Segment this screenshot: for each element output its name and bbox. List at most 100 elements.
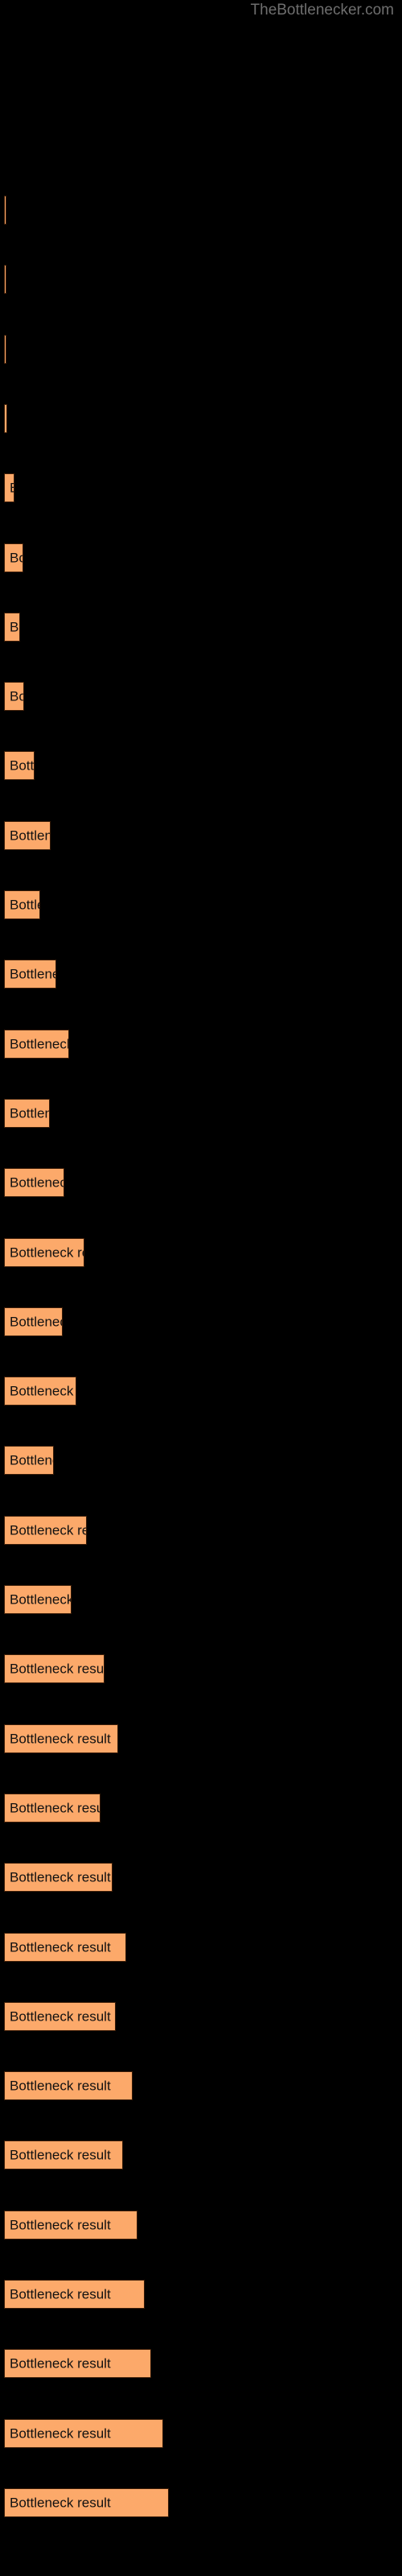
bar-row: Bottleneck result	[0, 2210, 402, 2240]
bar: Bottleneck result	[4, 2071, 133, 2101]
bar: Bottleneck result	[4, 2140, 123, 2170]
bar: Bottleneck result	[4, 751, 35, 781]
bar-value-label: Bottleneck result	[10, 619, 19, 635]
bar-value-label: Bottleneck result	[10, 1105, 49, 1121]
bar: Bottleneck result	[4, 1863, 113, 1893]
bar-value-label: Bottleneck result	[10, 550, 23, 565]
bar-value-label: Bottleneck result	[10, 2425, 111, 2442]
bar-value-label: Bottleneck result	[10, 2217, 111, 2233]
bar-row: Bottleneck result	[0, 1168, 402, 1198]
bar: Bottleneck result	[4, 1446, 54, 1476]
bar-row: Bottleneck result	[0, 2071, 402, 2101]
bar-value-label: Bottleneck result	[10, 1731, 111, 1747]
bar-row: Bottleneck result	[0, 890, 402, 919]
bar: Bottleneck result	[4, 2001, 116, 2031]
bar-row: Bottleneck result	[0, 2140, 402, 2170]
bar-row: Bottleneck result	[0, 1724, 402, 1753]
bar-value-label: Bottleneck result	[10, 758, 35, 774]
bar-row: Bottleneck result	[0, 2001, 402, 2031]
bar-row: Bottleneck result	[0, 1793, 402, 1823]
bar-row: Bottleneck result	[0, 196, 402, 225]
bar-row: Bottleneck result	[0, 1098, 402, 1128]
bar: Bottleneck result	[4, 473, 14, 503]
bar: Bottleneck result	[4, 334, 6, 364]
bar-chart-plot-area: Bottleneck result Bottleneck result Bottle…	[0, 0, 402, 2576]
bar-row: Bottleneck result	[0, 1446, 402, 1476]
bar: Bottleneck result	[4, 2418, 163, 2448]
bar-row: Bottleneck result	[0, 1307, 402, 1336]
bar-row: Bottleneck result	[0, 1654, 402, 1684]
bar: Bottleneck result	[4, 403, 7, 433]
bar: Bottleneck result	[4, 2280, 145, 2309]
bar-row: Bottleneck result	[0, 682, 402, 712]
bar-row: Bottleneck result	[0, 1029, 402, 1059]
bar-value-label: Bottleneck result	[10, 2286, 111, 2302]
bar-value-label: Bottleneck result	[10, 1314, 62, 1330]
bar: Bottleneck result	[4, 682, 24, 712]
bar-value-label: Bottleneck result	[10, 1174, 64, 1191]
bar-row: Bottleneck result	[0, 2418, 402, 2448]
bar-row: Bottleneck result	[0, 1237, 402, 1267]
bar: Bottleneck result	[4, 1515, 87, 1545]
bar-value-label: Bottleneck result	[10, 897, 39, 913]
bar-value-label: Bottleneck result	[10, 1939, 111, 1955]
bar-row: Bottleneck result	[0, 1377, 402, 1406]
bar-value-label: Bottleneck result	[10, 1245, 84, 1260]
bar-row: Bottleneck result	[0, 612, 402, 642]
bar-row: Bottleneck result	[0, 265, 402, 295]
bar: Bottleneck result	[4, 1585, 72, 1614]
bottleneck-chart-root: TheBottlenecker.com Bottleneck resultBot…	[0, 0, 402, 2576]
bar-value-label: Bottleneck result	[10, 2147, 111, 2163]
bar-row: Bottleneck result	[0, 2349, 402, 2379]
bar: Bottleneck result	[4, 960, 56, 989]
bar: Bottleneck result	[4, 1377, 76, 1406]
bar: Bottleneck result	[4, 1029, 69, 1059]
bar-value-label: Bottleneck result	[10, 2495, 111, 2511]
bar: Bottleneck result	[4, 1932, 126, 1962]
bar: Bottleneck result	[4, 1237, 84, 1267]
bar: Bottleneck result	[4, 265, 6, 295]
bar: Bottleneck result	[4, 2487, 169, 2517]
bar-row: Bottleneck result	[0, 1932, 402, 1962]
bar-value-label: Bottleneck result	[10, 481, 14, 496]
bar: Bottleneck result	[4, 890, 40, 919]
bar-row: Bottleneck result	[0, 334, 402, 364]
bar-row: Bottleneck result	[0, 403, 402, 433]
bar-row: Bottleneck result	[0, 960, 402, 989]
bar-row: Bottleneck result	[0, 1863, 402, 1893]
bar-row: Bottleneck result	[0, 1515, 402, 1545]
bar-row: Bottleneck result	[0, 751, 402, 781]
bar: Bottleneck result	[4, 1793, 100, 1823]
bar-value-label: Bottleneck result	[10, 1591, 72, 1608]
bar-value-label: Bottleneck result	[10, 1452, 53, 1468]
bar-value-label: Bottleneck result	[10, 2078, 111, 2094]
bar: Bottleneck result	[4, 612, 20, 642]
bar: Bottleneck result	[4, 1654, 105, 1684]
bar-value-label: Bottleneck result	[10, 2008, 111, 2025]
bar: Bottleneck result	[4, 1098, 50, 1128]
bar-row: Bottleneck result	[0, 473, 402, 503]
bar-value-label: Bottleneck result	[10, 1036, 69, 1052]
bar: Bottleneck result	[4, 543, 23, 572]
bar-row: Bottleneck result	[0, 2487, 402, 2517]
bar: Bottleneck result	[4, 1307, 63, 1336]
bar-value-label: Bottleneck result	[10, 1383, 76, 1399]
bar-value-label: Bottleneck result	[10, 1661, 105, 1677]
bar-row: Bottleneck result	[0, 2280, 402, 2309]
bar-value-label: Bottleneck result	[10, 828, 50, 844]
bar-value-label: Bottleneck result	[10, 1869, 111, 1885]
bar: Bottleneck result	[4, 1168, 64, 1198]
bar-row: Bottleneck result	[0, 820, 402, 850]
bar-row: Bottleneck result	[0, 543, 402, 572]
bar: Bottleneck result	[4, 820, 51, 850]
bar: Bottleneck result	[4, 1724, 118, 1753]
bar: Bottleneck result	[4, 2349, 151, 2379]
bar-value-label: Bottleneck result	[10, 688, 23, 704]
bar-row: Bottleneck result	[0, 1585, 402, 1614]
bar: Bottleneck result	[4, 196, 6, 225]
bar-value-label: Bottleneck result	[10, 1522, 86, 1538]
bar-value-label: Bottleneck result	[10, 2355, 111, 2372]
bar-value-label: Bottleneck result	[10, 966, 55, 982]
bar-value-label: Bottleneck result	[10, 1800, 100, 1816]
bar: Bottleneck result	[4, 2210, 137, 2240]
